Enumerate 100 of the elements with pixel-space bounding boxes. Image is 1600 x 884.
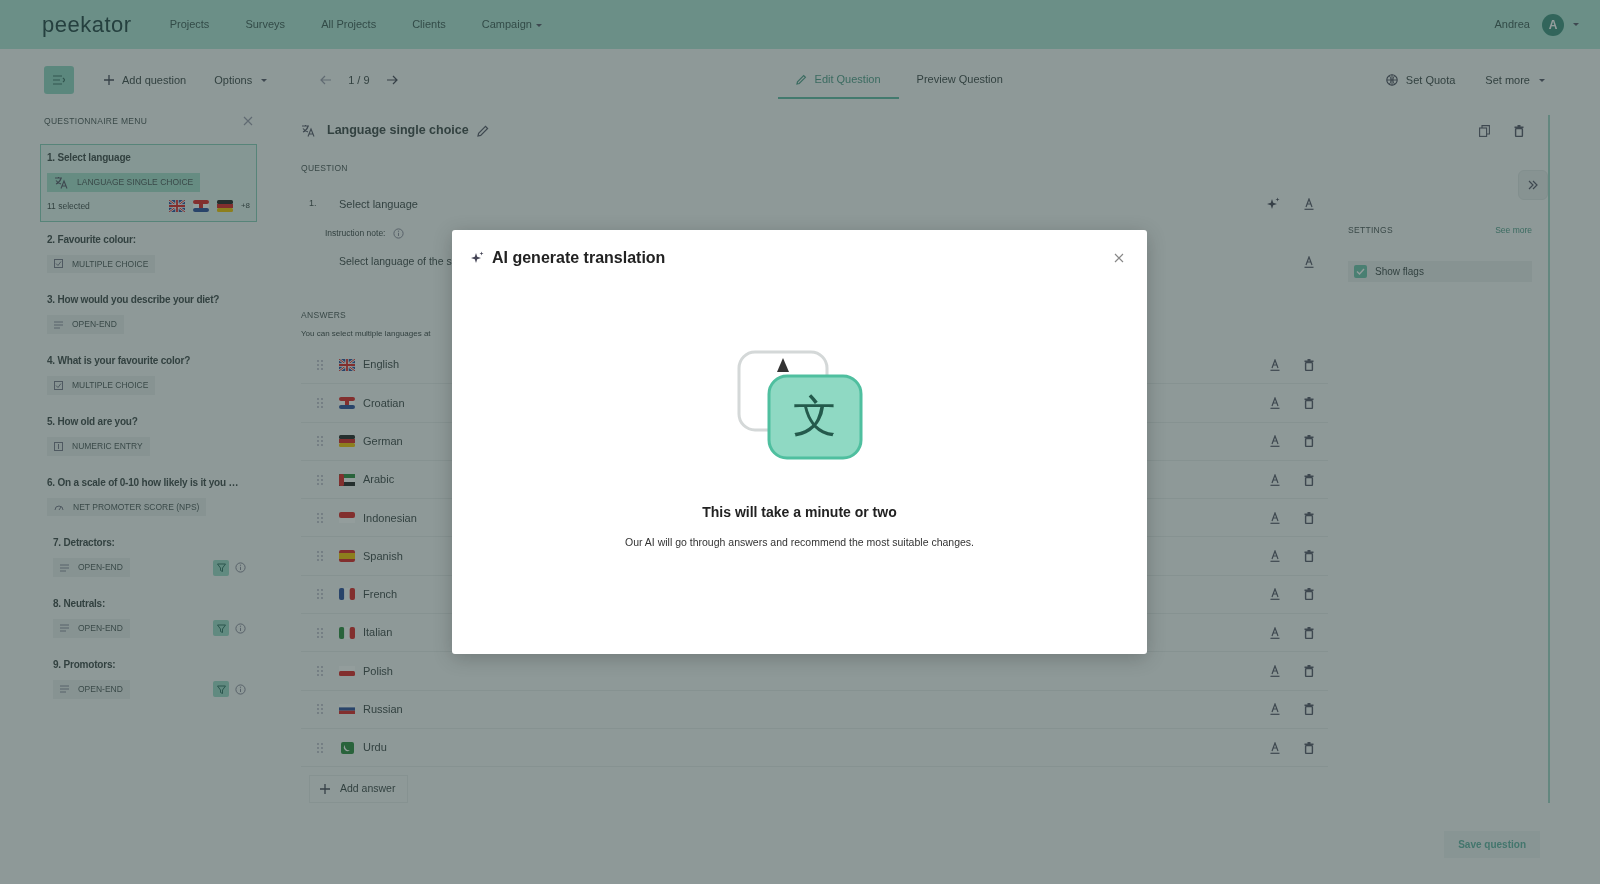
trash-icon[interactable] bbox=[1304, 588, 1314, 601]
set-quota-button[interactable]: Set Quota bbox=[1379, 67, 1462, 93]
drag-handle-icon[interactable] bbox=[317, 512, 323, 523]
question-item[interactable]: 8. Neutrals: OPEN-END bbox=[46, 590, 257, 647]
drag-handle-icon[interactable] bbox=[317, 551, 323, 562]
nav-link[interactable]: Clients bbox=[412, 16, 446, 33]
page-counter: 1 / 9 bbox=[348, 72, 370, 88]
text-format-icon[interactable] bbox=[1270, 626, 1280, 639]
drag-handle-icon[interactable] bbox=[317, 436, 323, 447]
question-number: 1. bbox=[309, 197, 318, 211]
arrow-left-icon[interactable] bbox=[320, 75, 333, 85]
trash-icon[interactable] bbox=[1304, 665, 1314, 677]
trash-icon[interactable] bbox=[1304, 511, 1314, 524]
pencil-icon[interactable] bbox=[476, 124, 489, 137]
question-title: 7. Detractors: bbox=[53, 536, 116, 551]
settings-title: SETTINGS bbox=[1348, 224, 1393, 238]
nav-link[interactable]: Campaign bbox=[481, 16, 543, 33]
nav-link[interactable]: Projects bbox=[169, 16, 210, 33]
close-icon[interactable] bbox=[1114, 253, 1124, 263]
options-button[interactable]: Options bbox=[208, 67, 275, 93]
checkbox-icon bbox=[54, 380, 63, 390]
text-format-icon[interactable] bbox=[1270, 358, 1280, 371]
set-more-button[interactable]: Set more bbox=[1479, 67, 1552, 93]
avatar[interactable]: A bbox=[1542, 13, 1564, 36]
translate-icon bbox=[54, 175, 68, 189]
question-item[interactable]: 4. What is your favourite color? MULTIPLE CHOICE bbox=[40, 347, 257, 404]
drag-handle-icon[interactable] bbox=[317, 742, 323, 753]
nav-link[interactable]: Surveys bbox=[245, 16, 286, 33]
arrow-right-icon[interactable] bbox=[385, 75, 398, 85]
trash-icon[interactable] bbox=[1304, 626, 1314, 639]
tab[interactable]: Edit Question bbox=[777, 60, 899, 100]
drag-handle-icon[interactable] bbox=[317, 359, 323, 370]
menu-toggle-button[interactable] bbox=[44, 66, 74, 94]
trash-icon[interactable] bbox=[1304, 396, 1314, 409]
drag-handle-icon[interactable] bbox=[317, 589, 323, 600]
more-count: +8 bbox=[240, 200, 250, 213]
question-title: 3. How would you describe your diet? bbox=[47, 293, 221, 308]
drag-handle-icon[interactable] bbox=[317, 397, 323, 408]
info-icon bbox=[393, 227, 405, 239]
text-format-icon[interactable] bbox=[1270, 435, 1280, 448]
question-title: 4. What is your favourite color? bbox=[47, 354, 192, 368]
dialog-message: Our AI will go through answers and recommend the most suitable changes. bbox=[624, 535, 975, 550]
trash-icon[interactable] bbox=[1514, 124, 1524, 137]
question-title: 6. On a scale of 0-10 how likely is it you … bbox=[47, 475, 240, 490]
nav-link[interactable]: All Projects bbox=[321, 16, 377, 33]
user-name[interactable]: Andrea bbox=[1494, 16, 1530, 33]
question-item[interactable]: 6. On a scale of 0-10 how likely is it you … NET PROMOTER SCORE (NPS) bbox=[40, 468, 257, 526]
close-icon[interactable] bbox=[243, 116, 253, 127]
text-format-icon[interactable] bbox=[1270, 511, 1280, 524]
trash-icon[interactable] bbox=[1304, 703, 1314, 716]
drag-handle-icon[interactable] bbox=[317, 704, 323, 715]
trash-icon[interactable] bbox=[1304, 358, 1314, 371]
text-format-icon[interactable] bbox=[1270, 665, 1280, 677]
flag-icon bbox=[216, 200, 233, 213]
text-format-icon[interactable] bbox=[1270, 588, 1280, 601]
translate-icon bbox=[301, 124, 315, 138]
question-item[interactable]: 5. How old are you? NUMERIC ENTRY bbox=[40, 407, 257, 465]
collapse-button[interactable] bbox=[1518, 170, 1548, 201]
question-item[interactable]: 1. Select language LANGUAGE SINGLE CHOICE 11 selected +8 bbox=[40, 143, 257, 222]
flag-icon bbox=[339, 396, 355, 409]
question-item[interactable]: 2. Favourite colour: MULTIPLE CHOICE bbox=[40, 225, 257, 283]
section-label: QUESTION bbox=[301, 162, 349, 176]
text-format-icon[interactable] bbox=[1270, 703, 1280, 716]
logo[interactable]: peekator bbox=[42, 8, 132, 41]
copy-icon[interactable] bbox=[1479, 124, 1490, 137]
trash-icon[interactable] bbox=[1304, 473, 1314, 486]
answer-label: Croatian bbox=[363, 395, 405, 411]
dialog-heading: This will take a minute or two bbox=[701, 503, 898, 522]
add-answer-button[interactable]: Add answer bbox=[309, 775, 409, 803]
checkbox[interactable] bbox=[1354, 265, 1367, 279]
caret-icon bbox=[260, 77, 269, 83]
drag-handle-icon[interactable] bbox=[317, 627, 323, 638]
globe-icon bbox=[1385, 74, 1398, 86]
section-label: ANSWERS bbox=[301, 309, 348, 322]
question-type-badge: OPEN-END bbox=[53, 558, 130, 577]
see-more-link[interactable]: See more bbox=[1495, 224, 1532, 238]
sidebar-title: QUESTIONNAIRE MENU bbox=[44, 115, 148, 128]
trash-icon[interactable] bbox=[1304, 741, 1314, 754]
trash-icon[interactable] bbox=[1304, 435, 1314, 448]
lines-icon bbox=[60, 563, 69, 572]
text-format-icon[interactable] bbox=[1270, 473, 1280, 486]
text-format-icon[interactable] bbox=[1270, 396, 1280, 409]
add-question-button[interactable]: Add question bbox=[98, 67, 193, 93]
question-item[interactable]: 9. Promotors: OPEN-END bbox=[46, 650, 257, 708]
drag-handle-icon[interactable] bbox=[317, 666, 323, 676]
text-format-icon[interactable] bbox=[1304, 198, 1314, 211]
tab[interactable]: Preview Question bbox=[898, 60, 1021, 100]
text-format-icon[interactable] bbox=[1270, 741, 1280, 754]
drag-handle-icon[interactable] bbox=[317, 474, 323, 485]
number-box-icon bbox=[54, 441, 63, 451]
text-format-icon[interactable] bbox=[1304, 256, 1314, 269]
settings-option[interactable]: Show flags bbox=[1348, 261, 1532, 283]
caret-icon[interactable] bbox=[1572, 22, 1580, 27]
instruction-text: Select language of the s bbox=[339, 254, 452, 270]
text-format-icon[interactable] bbox=[1270, 550, 1280, 563]
question-item[interactable]: 7. Detractors: OPEN-END bbox=[46, 529, 257, 586]
question-item[interactable]: 3. How would you describe your diet? OPEN-END bbox=[40, 286, 257, 343]
question-type-badge: OPEN-END bbox=[53, 619, 130, 638]
trash-icon[interactable] bbox=[1304, 550, 1314, 563]
question-title: 8. Neutrals: bbox=[53, 597, 107, 611]
